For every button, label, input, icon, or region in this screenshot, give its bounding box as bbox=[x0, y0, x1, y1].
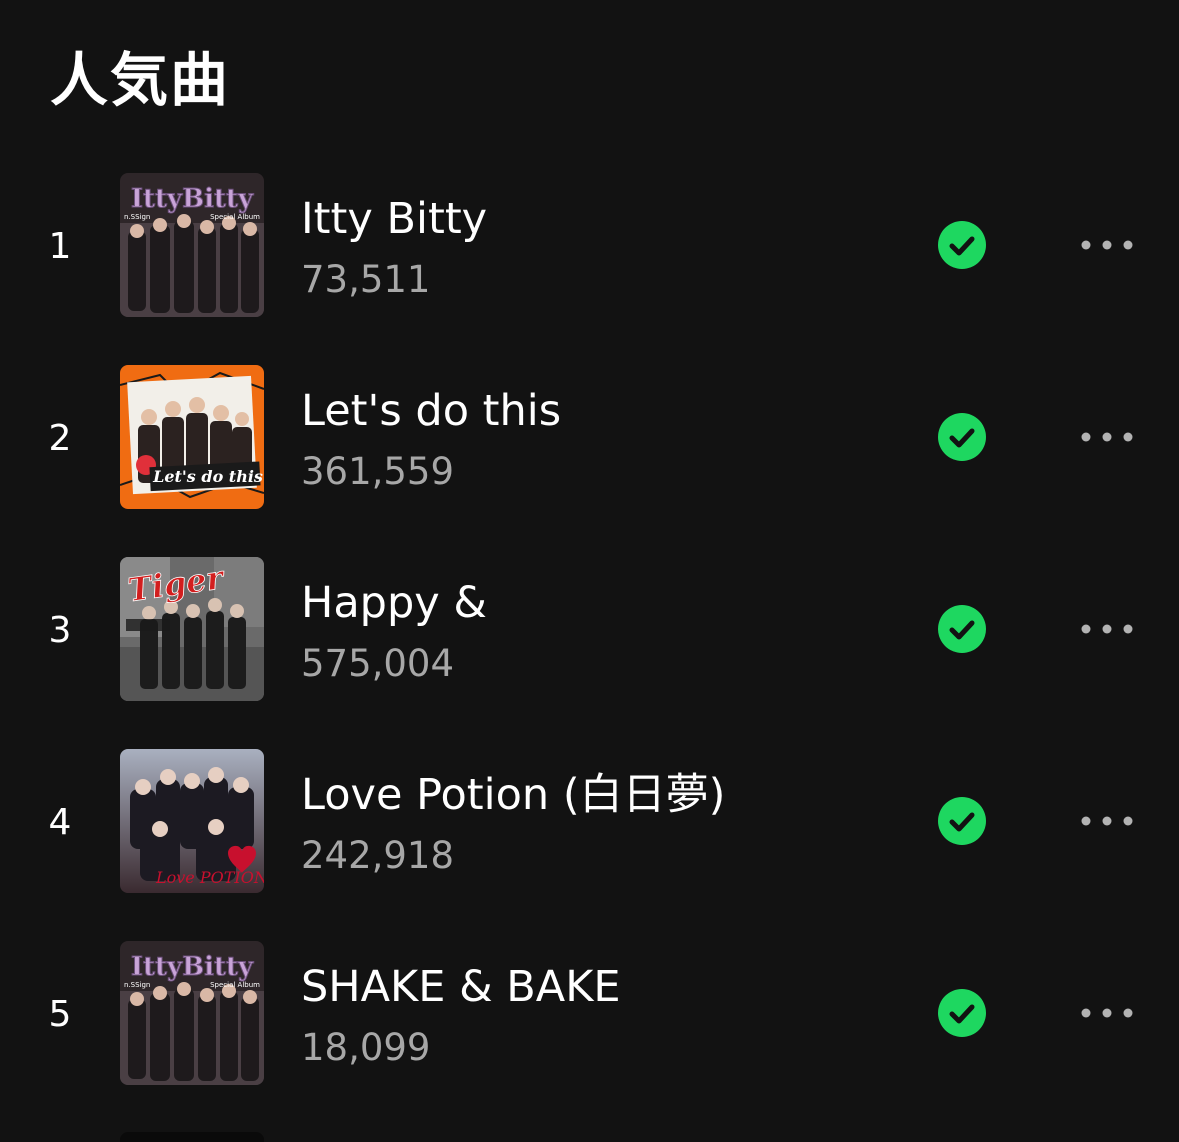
track-play-count: 73,511 bbox=[301, 258, 431, 301]
love-potion-album-cover-icon: Love POTION bbox=[120, 749, 264, 893]
saved-check-icon[interactable] bbox=[938, 605, 986, 653]
saved-check-icon[interactable] bbox=[938, 221, 986, 269]
svg-text:IttyBitty: IttyBitty bbox=[131, 184, 254, 214]
track-row[interactable]: 2 Let's do this Let's do this 361,559 bbox=[0, 365, 1179, 515]
tiger-album-cover-icon: Tiger bbox=[120, 557, 264, 701]
itty-bitty-album-cover-icon: IttyBitty n.SSign Special Album bbox=[120, 941, 264, 1085]
track-title[interactable]: Happy & bbox=[301, 575, 487, 631]
track-play-count: 361,559 bbox=[301, 450, 455, 493]
svg-text:Let's do this: Let's do this bbox=[152, 467, 263, 486]
itty-bitty-album-cover-icon: IttyBitty n.SSign Special Album bbox=[120, 173, 264, 317]
track-rank: 1 bbox=[48, 226, 72, 267]
more-options-icon[interactable] bbox=[1076, 225, 1138, 265]
track-row[interactable]: 4 Love POTION Love Potion (白日夢) 242,918 bbox=[0, 749, 1179, 899]
track-list: 1 IttyBitty n.SSign Special Album Itty B… bbox=[0, 0, 1179, 1142]
track-rank: 2 bbox=[48, 418, 72, 459]
saved-check-icon[interactable] bbox=[938, 413, 986, 461]
track-rank: 5 bbox=[48, 994, 72, 1035]
track-play-count: 242,918 bbox=[301, 834, 455, 877]
more-options-icon[interactable] bbox=[1076, 609, 1138, 649]
track-row[interactable]: 5 IttyBitty n.SSign Special Album SHAKE … bbox=[0, 941, 1179, 1091]
track-row[interactable]: 3 Tiger Happy & 575,004 bbox=[0, 557, 1179, 707]
track-title[interactable]: SHAKE & BAKE bbox=[301, 959, 621, 1015]
svg-text:n.SSign: n.SSign bbox=[124, 213, 150, 221]
more-options-icon[interactable] bbox=[1076, 801, 1138, 841]
next-track-cover-peek bbox=[120, 1132, 264, 1142]
track-rank: 4 bbox=[48, 802, 72, 843]
track-title[interactable]: Love Potion (白日夢) bbox=[301, 767, 725, 823]
svg-text:Love POTION: Love POTION bbox=[155, 868, 264, 887]
svg-text:n.SSign: n.SSign bbox=[124, 981, 150, 989]
track-title[interactable]: Itty Bitty bbox=[301, 191, 487, 247]
svg-text:Special Album: Special Album bbox=[210, 981, 260, 989]
track-rank: 3 bbox=[48, 610, 72, 651]
track-title[interactable]: Let's do this bbox=[301, 383, 561, 439]
svg-text:Special Album: Special Album bbox=[210, 213, 260, 221]
saved-check-icon[interactable] bbox=[938, 797, 986, 845]
track-play-count: 18,099 bbox=[301, 1026, 431, 1069]
track-play-count: 575,004 bbox=[301, 642, 455, 685]
more-options-icon[interactable] bbox=[1076, 993, 1138, 1033]
track-row[interactable]: 1 IttyBitty n.SSign Special Album Itty B… bbox=[0, 173, 1179, 323]
svg-text:IttyBitty: IttyBitty bbox=[131, 952, 254, 982]
more-options-icon[interactable] bbox=[1076, 417, 1138, 457]
saved-check-icon[interactable] bbox=[938, 989, 986, 1037]
lets-do-this-album-cover-icon: Let's do this bbox=[120, 365, 264, 509]
